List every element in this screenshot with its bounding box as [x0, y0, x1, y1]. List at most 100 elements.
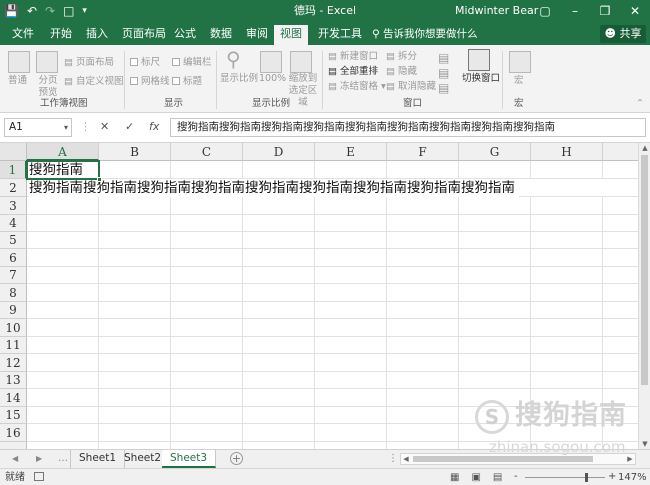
horizontal-scrollbar-thumb[interactable]: [413, 456, 593, 462]
restore-button[interactable]: ❐: [590, 0, 620, 22]
zoom-out-button[interactable]: -: [514, 470, 518, 483]
switch-window-icon[interactable]: [468, 49, 490, 71]
arrange-all-button[interactable]: ▤ 全部重排: [328, 66, 378, 78]
row-header-next[interactable]: [0, 442, 27, 449]
zoom-to-selection-icon[interactable]: [290, 51, 312, 73]
hide-button[interactable]: ▤ 隐藏: [386, 66, 417, 78]
scrollbar-thumb[interactable]: [641, 155, 648, 385]
sheet-next-icon[interactable]: ▶: [36, 453, 42, 465]
page-layout-status-icon[interactable]: ▣: [471, 471, 480, 484]
select-all-corner[interactable]: [0, 143, 27, 161]
row-header-9[interactable]: 9: [0, 302, 27, 319]
row-header-11[interactable]: 11: [0, 337, 27, 354]
tab-review[interactable]: 审阅: [240, 25, 274, 45]
scroll-down-icon[interactable]: ▼: [639, 439, 650, 449]
minimize-button[interactable]: –: [560, 0, 590, 22]
row-header-6[interactable]: 6: [0, 249, 27, 267]
page-break-preview-icon[interactable]: [36, 51, 58, 73]
magnifier-icon[interactable]: ⚲: [226, 47, 241, 71]
ruler-checkbox[interactable]: 标尺: [130, 57, 160, 69]
tab-home[interactable]: 开始: [44, 25, 78, 45]
row-header-12[interactable]: 12: [0, 354, 27, 372]
collapse-ribbon-icon[interactable]: ⌃: [636, 98, 644, 110]
row-header-4[interactable]: 4: [0, 215, 27, 232]
zoom-in-button[interactable]: +: [608, 470, 616, 483]
column-header-b[interactable]: B: [99, 143, 171, 161]
status-bar: 就绪 ▦ ▣ ▤ - + 147%: [0, 468, 650, 485]
insert-function-icon[interactable]: fx: [149, 120, 159, 134]
split-handle-icon[interactable]: ⋮: [388, 453, 398, 465]
zoom-100-icon[interactable]: [260, 51, 282, 73]
zoom-level[interactable]: 147%: [618, 471, 647, 484]
sheet-tab-sheet3[interactable]: Sheet3: [162, 450, 217, 468]
column-header-h[interactable]: H: [531, 143, 603, 161]
headings-checkbox[interactable]: 标题: [172, 76, 202, 88]
row-header-16[interactable]: 16: [0, 424, 27, 442]
tab-data[interactable]: 数据: [204, 25, 238, 45]
cancel-icon[interactable]: ✕: [100, 120, 109, 134]
formula-input[interactable]: 搜狗指南搜狗指南搜狗指南搜狗指南搜狗指南搜狗指南搜狗指南搜狗指南搜狗指南: [170, 118, 646, 137]
user-name[interactable]: Midwinter Bear: [455, 4, 538, 18]
tell-me-box[interactable]: ⚲ 告诉我你想要做什么: [372, 27, 478, 41]
enter-icon[interactable]: ✓: [125, 120, 134, 134]
row-header-5[interactable]: 5: [0, 232, 27, 249]
zoom-slider[interactable]: [525, 477, 605, 478]
reset-position-icon[interactable]: ▤: [438, 81, 449, 95]
custom-views-button[interactable]: ▤ 自定义视图: [64, 76, 124, 88]
row-header-2[interactable]: 2: [0, 179, 27, 197]
sheet-more-icon[interactable]: …: [58, 453, 68, 465]
zoom-slider-knob[interactable]: [585, 473, 588, 482]
scroll-left-icon[interactable]: ◀: [401, 454, 411, 464]
formula-bar-checkbox[interactable]: 编辑栏: [172, 57, 212, 69]
normal-view-status-icon[interactable]: ▦: [450, 471, 459, 484]
column-header-f[interactable]: F: [387, 143, 459, 161]
tab-formulas[interactable]: 公式: [168, 25, 202, 45]
side-by-side-icon[interactable]: ▤: [438, 51, 449, 65]
cell-a2[interactable]: 搜狗指南搜狗指南搜狗指南搜狗指南搜狗指南搜狗指南搜狗指南搜狗指南搜狗指南: [29, 180, 519, 197]
tab-developer[interactable]: 开发工具: [312, 25, 368, 45]
row-header-8[interactable]: 8: [0, 284, 27, 302]
tab-view[interactable]: 视图: [274, 25, 308, 45]
tab-page-layout[interactable]: 页面布局: [116, 25, 172, 45]
row-header-15[interactable]: 15: [0, 407, 27, 424]
column-header-c[interactable]: C: [171, 143, 243, 161]
page-break-status-icon[interactable]: ▤: [493, 471, 502, 484]
row-header-1[interactable]: 1: [0, 161, 27, 179]
close-button[interactable]: ✕: [620, 0, 650, 22]
split-button[interactable]: ▤ 拆分: [386, 51, 417, 63]
workbook-views-group-label: 工作簿视图: [40, 98, 88, 109]
name-box[interactable]: A1 ▾: [4, 118, 72, 137]
add-sheet-button[interactable]: +: [230, 452, 243, 465]
row-header-7[interactable]: 7: [0, 267, 27, 284]
row-header-14[interactable]: 14: [0, 389, 27, 407]
column-header-next[interactable]: [603, 143, 638, 161]
ribbon-display-icon[interactable]: ▢: [530, 0, 560, 22]
horizontal-scrollbar[interactable]: ◀ ▶: [400, 453, 636, 465]
page-layout-view-button[interactable]: ▤ 页面布局: [64, 57, 114, 69]
new-window-button[interactable]: ▤ 新建窗口: [328, 51, 378, 63]
macros-icon[interactable]: [509, 51, 531, 73]
scroll-up-icon[interactable]: ▲: [639, 143, 650, 153]
worksheet-grid[interactable]: A B C D E F G H 1 2 3 4 5 6 7 8 9 10 11 …: [0, 143, 638, 449]
row-header-13[interactable]: 13: [0, 372, 27, 389]
fill-handle[interactable]: [97, 177, 102, 182]
row-header-3[interactable]: 3: [0, 197, 27, 215]
macro-recording-icon[interactable]: [34, 472, 44, 481]
normal-view-icon[interactable]: [8, 51, 30, 73]
column-header-g[interactable]: G: [459, 143, 531, 161]
unhide-button[interactable]: ▤ 取消隐藏: [386, 81, 436, 93]
scroll-right-icon[interactable]: ▶: [625, 454, 635, 464]
row-header-10[interactable]: 10: [0, 319, 27, 337]
sheet-prev-icon[interactable]: ◀: [12, 453, 18, 465]
column-header-d[interactable]: D: [243, 143, 315, 161]
tab-file[interactable]: 文件: [6, 25, 40, 45]
freeze-panes-button[interactable]: ▤ 冻结窗格 ▾: [328, 81, 386, 93]
share-button[interactable]: ☻ 共享: [600, 25, 646, 43]
switch-window-label[interactable]: 切换窗口: [462, 73, 500, 85]
tab-insert[interactable]: 插入: [80, 25, 114, 45]
sync-scroll-icon[interactable]: ▤: [438, 66, 449, 80]
vertical-scrollbar[interactable]: ▲ ▼: [638, 143, 650, 449]
gridlines-checkbox[interactable]: 网格线: [130, 76, 170, 88]
column-header-a[interactable]: A: [27, 143, 99, 161]
column-header-e[interactable]: E: [315, 143, 387, 161]
